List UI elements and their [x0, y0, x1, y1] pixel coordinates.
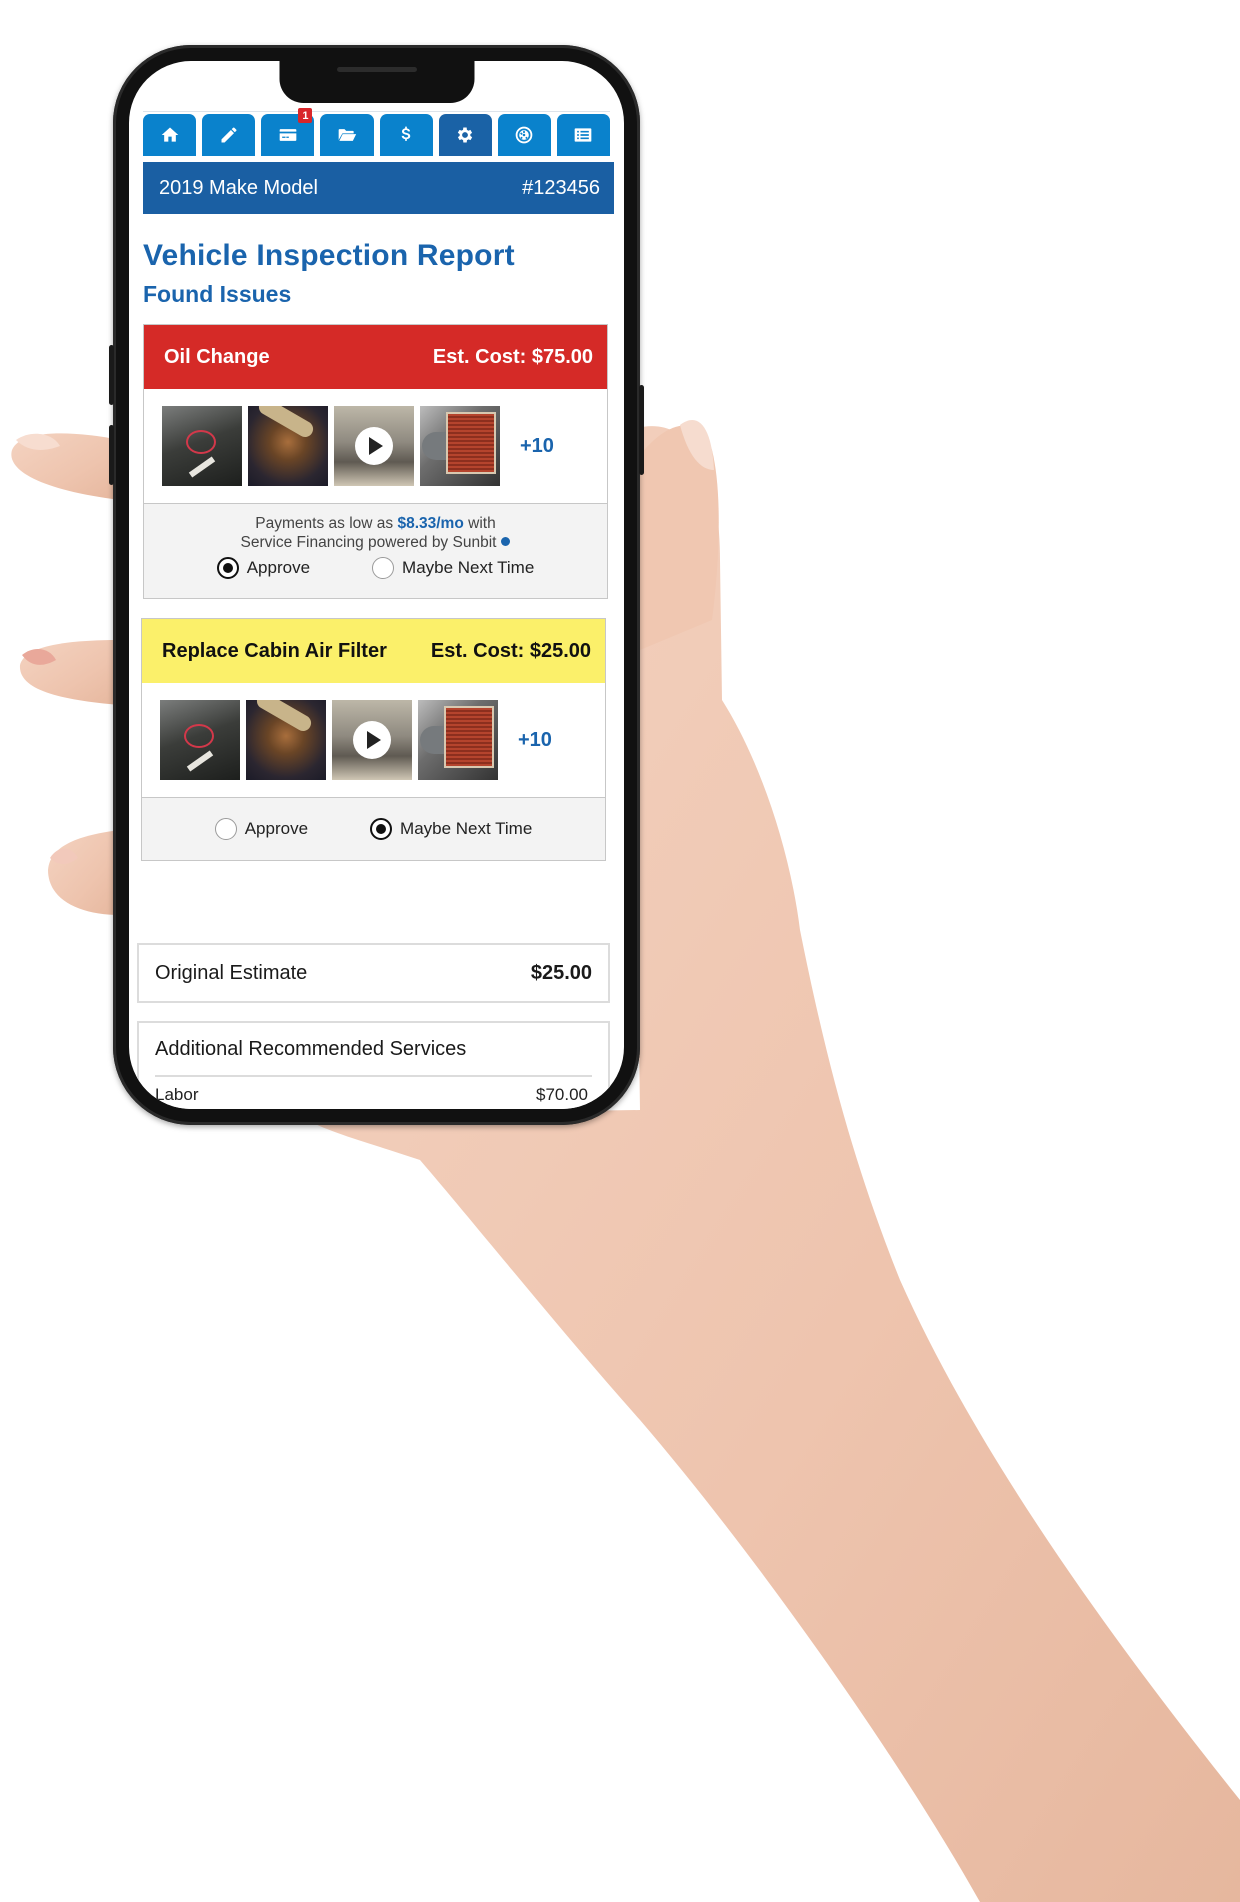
volume-up-button — [109, 345, 114, 405]
tab-settings[interactable] — [438, 114, 492, 156]
page-title: Vehicle Inspection Report — [143, 239, 515, 272]
volume-down-button — [109, 425, 114, 485]
dollar-icon — [401, 126, 411, 141]
issue-actions: Approve Maybe Next Time — [142, 798, 605, 860]
phone-speaker — [336, 67, 417, 72]
photo-thumbnail[interactable] — [162, 406, 242, 486]
financing-provider: Service Financing powered by Sunbit — [240, 534, 497, 551]
tab-billing[interactable] — [379, 114, 433, 156]
vehicle-header: 2019 Make Model #123456 — [143, 162, 614, 214]
media-gallery: +10 — [142, 683, 605, 798]
photo-thumbnail[interactable] — [246, 700, 326, 780]
photo-thumbnail[interactable] — [248, 406, 328, 486]
decline-option[interactable]: Maybe Next Time — [372, 557, 534, 579]
list-icon — [575, 128, 592, 142]
tab-payments[interactable]: 1 — [261, 108, 315, 156]
nav-tabs: 1 — [143, 108, 610, 156]
tire-icon — [515, 126, 533, 144]
phone-device: 1 2019 Make Model #123456 Vehicle Inspec… — [109, 45, 644, 1125]
original-estimate-value: $25.00 — [530, 961, 592, 984]
issue-header: Oil Change Est. Cost: $75.00 — [144, 325, 607, 389]
approve-radio[interactable] — [216, 557, 239, 579]
decline-option[interactable]: Maybe Next Time — [370, 818, 532, 840]
media-gallery: +10 — [144, 389, 607, 504]
photo-thumbnail[interactable] — [418, 700, 498, 780]
original-estimate-box: Original Estimate $25.00 — [137, 943, 610, 1003]
decline-label: Maybe Next Time — [400, 819, 533, 838]
divider — [143, 111, 610, 112]
approve-option[interactable]: Approve — [214, 818, 309, 840]
phone-screen: 1 2019 Make Model #123456 Vehicle Inspec… — [129, 61, 624, 1109]
service-label: Labor — [155, 1085, 199, 1104]
decline-radio[interactable] — [372, 557, 395, 579]
tab-edit[interactable] — [202, 114, 256, 156]
folder-open-icon — [338, 129, 357, 141]
financing-prefix: Payments as low as — [255, 515, 394, 532]
video-thumbnail[interactable] — [334, 406, 414, 486]
additional-services-box: Additional Recommended Services Labor $7… — [137, 1021, 610, 1109]
info-icon[interactable] — [501, 537, 511, 546]
financing-amount: $8.33/mo — [397, 515, 464, 532]
page-subtitle: Found Issues — [143, 281, 292, 307]
issue-card: Oil Change Est. Cost: $75.00 +10 Payment… — [143, 324, 608, 599]
original-estimate-row: Original Estimate $25.00 — [139, 945, 608, 1001]
photo-thumbnail[interactable] — [420, 406, 500, 486]
play-icon — [355, 427, 393, 465]
decision-radio-group: Approve Maybe Next Time — [144, 557, 607, 579]
video-thumbnail[interactable] — [332, 700, 412, 780]
issue-cost: Est. Cost: $75.00 — [432, 345, 593, 368]
issue-actions: Payments as low as $8.33/mo with Service… — [144, 504, 607, 598]
issue-cost: Est. Cost: $25.00 — [430, 639, 591, 662]
original-estimate-label: Original Estimate — [155, 961, 308, 984]
play-icon — [353, 721, 391, 759]
gear-icon — [458, 127, 473, 143]
financing-suffix: with — [468, 515, 496, 532]
more-media-link[interactable]: +10 — [520, 435, 554, 458]
home-icon — [161, 127, 178, 142]
issue-name: Replace Cabin Air Filter — [162, 639, 387, 662]
issue-card: Replace Cabin Air Filter Est. Cost: $25.… — [141, 618, 606, 861]
more-media-link[interactable]: +10 — [518, 729, 552, 752]
service-row: Labor $70.00 — [139, 1077, 608, 1105]
decision-radio-group: Approve Maybe Next Time — [214, 818, 532, 840]
tab-files[interactable] — [320, 114, 374, 156]
approve-label: Approve — [244, 819, 309, 838]
credit-card-icon — [279, 129, 297, 141]
tab-home[interactable] — [143, 114, 197, 156]
service-value: $70.00 — [536, 1085, 588, 1104]
financing-text: Payments as low as $8.33/mo with Service… — [144, 504, 607, 552]
photo-thumbnail[interactable] — [160, 700, 240, 780]
issue-header: Replace Cabin Air Filter Est. Cost: $25.… — [142, 619, 605, 683]
order-number: #123456 — [522, 176, 600, 199]
approve-label: Approve — [246, 558, 311, 577]
decline-radio[interactable] — [370, 818, 393, 840]
notification-badge: 1 — [298, 108, 313, 123]
tab-list[interactable] — [556, 114, 610, 156]
app-content: 1 2019 Make Model #123456 Vehicle Inspec… — [129, 61, 624, 1109]
approve-option[interactable]: Approve — [216, 557, 311, 579]
approve-radio[interactable] — [214, 818, 237, 840]
power-button — [639, 385, 644, 475]
additional-services-title: Additional Recommended Services — [155, 1037, 467, 1060]
vehicle-name: 2019 Make Model — [159, 176, 318, 199]
tab-tires[interactable] — [497, 114, 551, 156]
decline-label: Maybe Next Time — [402, 558, 535, 577]
pencil-icon — [221, 127, 237, 143]
issue-name: Oil Change — [164, 345, 270, 368]
